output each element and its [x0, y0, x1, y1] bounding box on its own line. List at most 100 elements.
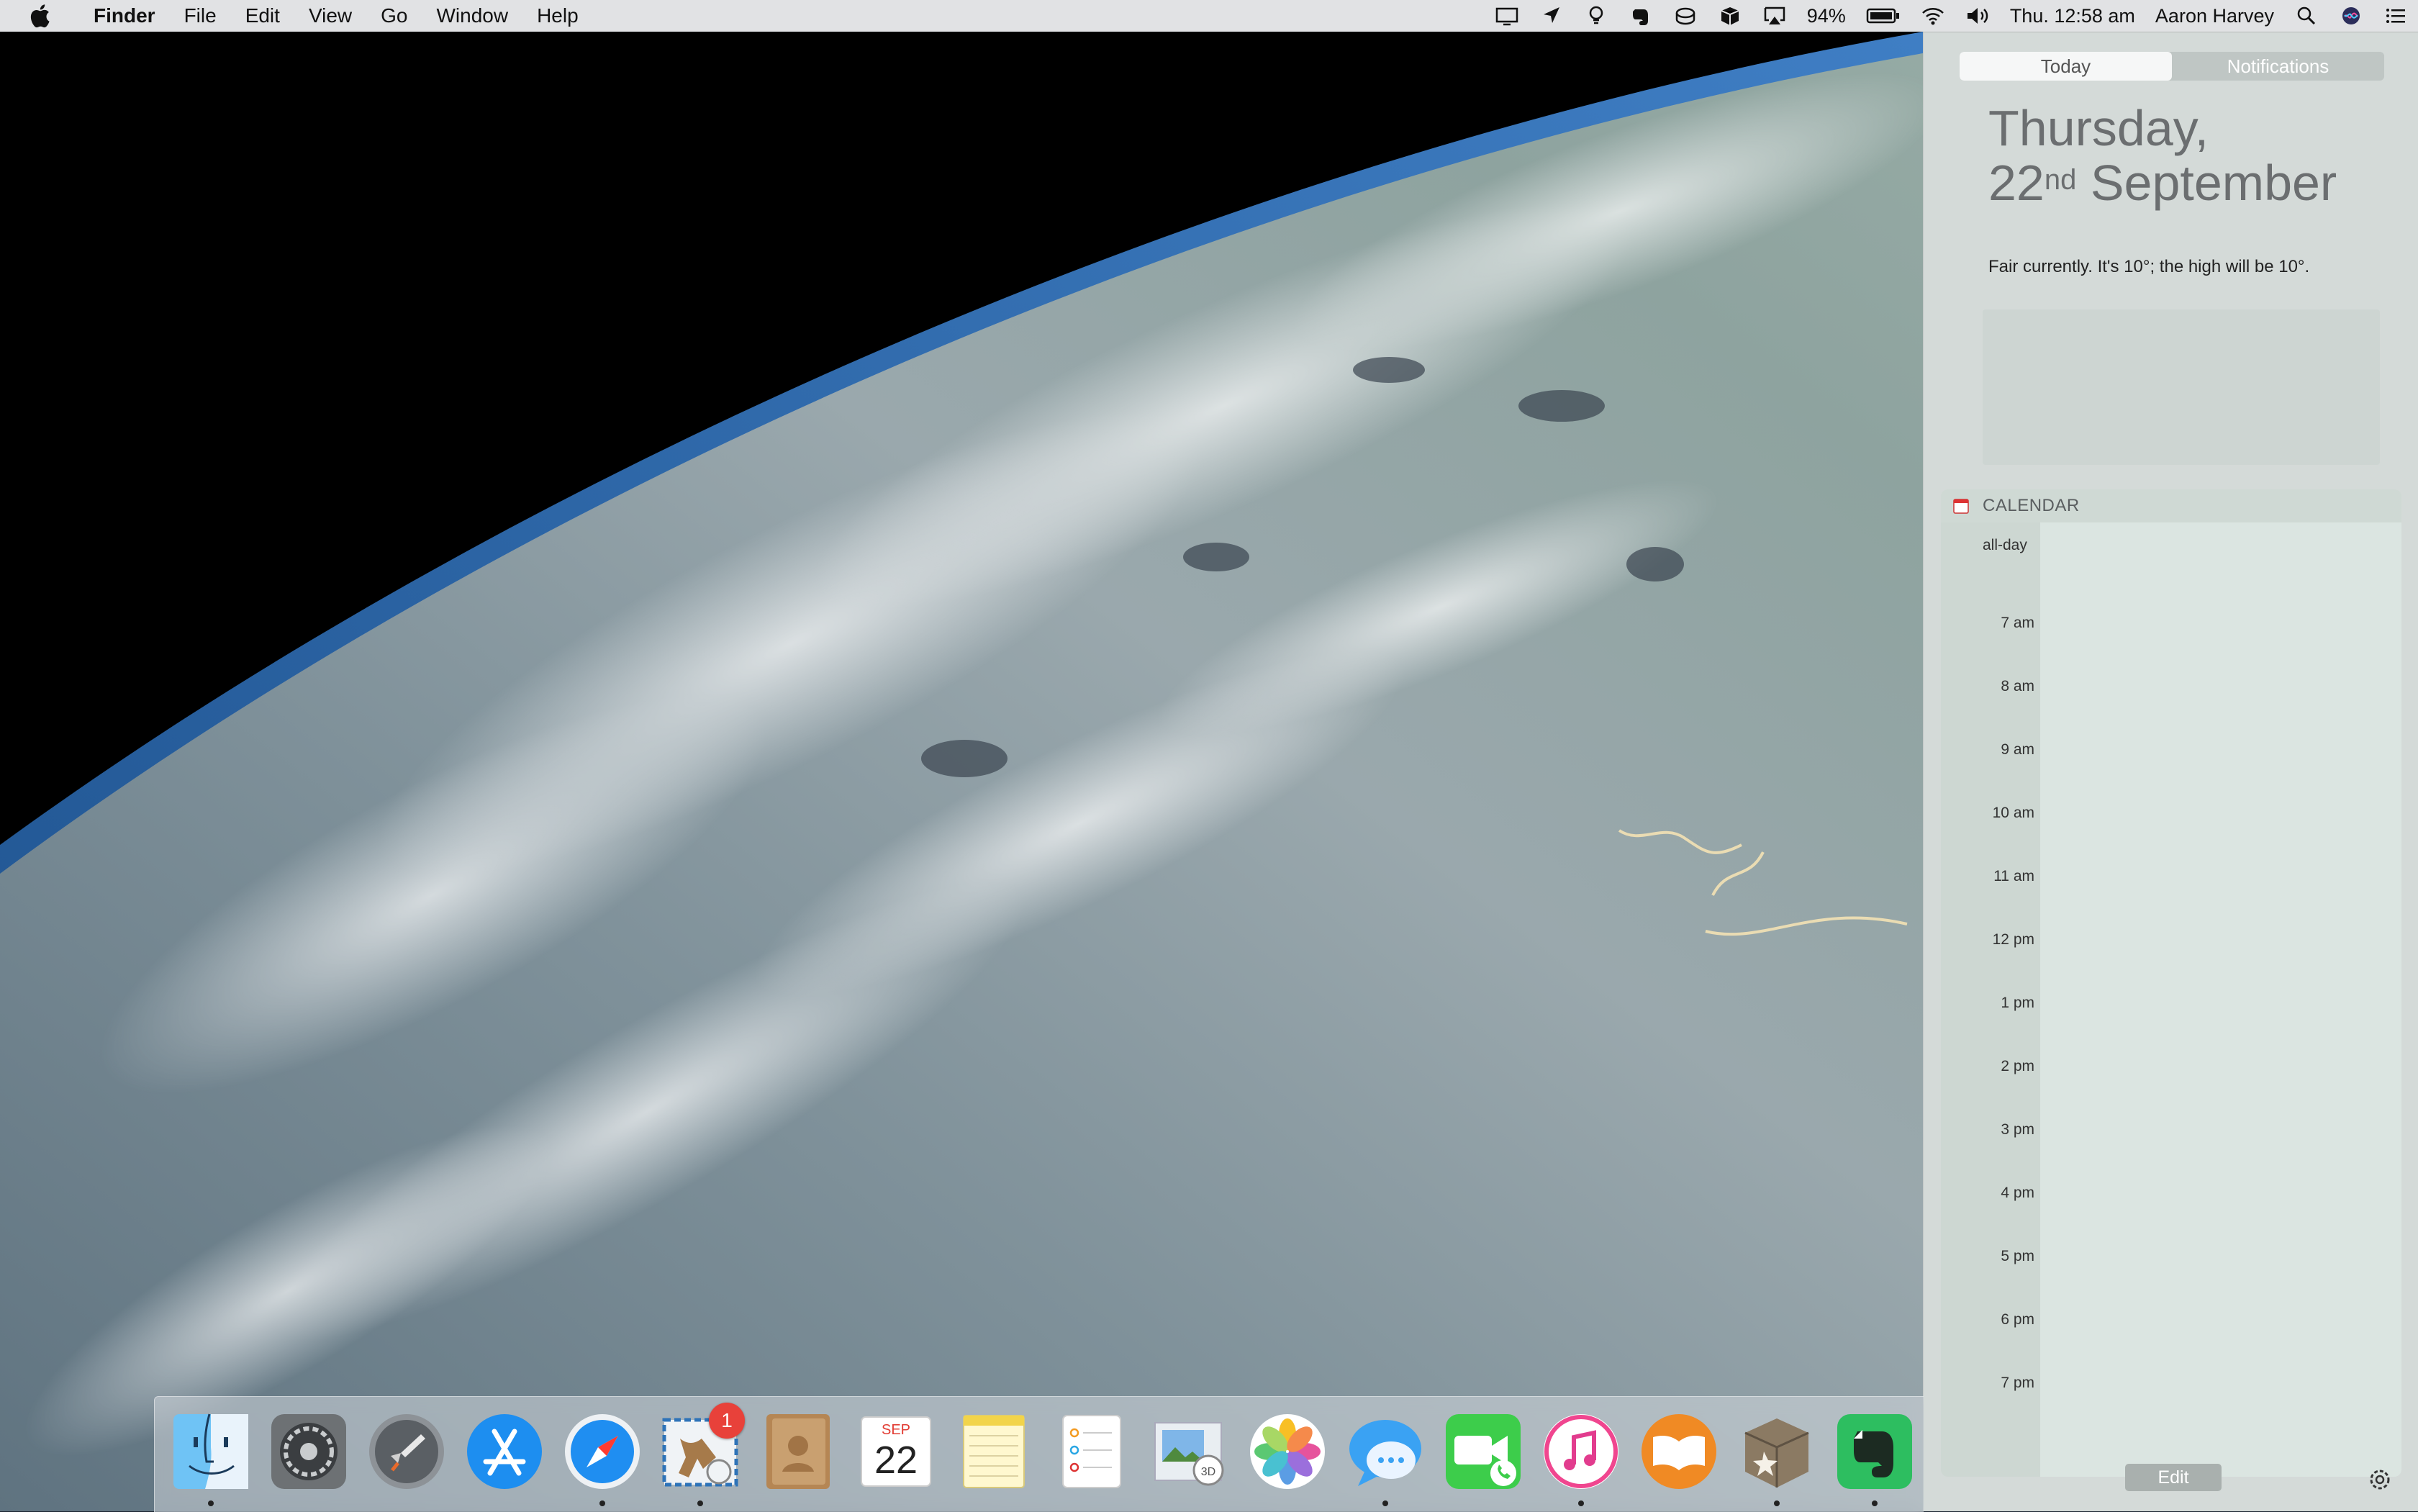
- dock-itunes[interactable]: [1539, 1410, 1623, 1493]
- photos-icon: [1250, 1414, 1325, 1489]
- svg-text:3D: 3D: [1201, 1466, 1215, 1478]
- hour-label: 2 pm: [2001, 1058, 2034, 1074]
- earth-horizon-image: [0, 32, 1923, 1511]
- location-arrow-icon: [1543, 7, 1559, 23]
- bulb-status[interactable]: [1574, 0, 1618, 32]
- spotlight-status[interactable]: [2284, 0, 2329, 32]
- date-month: September: [2076, 155, 2337, 211]
- drive-icon: [1675, 7, 1695, 25]
- dock-system-preferences[interactable]: [267, 1410, 350, 1493]
- facetime-icon: [1446, 1414, 1521, 1489]
- airplay-status[interactable]: [1752, 0, 1797, 32]
- dock-finder[interactable]: [169, 1410, 253, 1493]
- dock-archive-utility[interactable]: [1735, 1410, 1819, 1493]
- dock-notes[interactable]: [952, 1410, 1036, 1493]
- search-icon: [2297, 6, 2316, 25]
- dock-ibooks[interactable]: [1637, 1410, 1721, 1493]
- menu-window[interactable]: Window: [422, 0, 522, 32]
- dock-evernote[interactable]: [1833, 1410, 1916, 1493]
- archive-icon: [1744, 1418, 1809, 1488]
- desktop-wallpaper: [0, 32, 1923, 1511]
- all-day-label: all-day: [1983, 537, 2027, 553]
- running-indicator: [1872, 1500, 1878, 1506]
- calendar-title: CALENDAR: [1983, 496, 2080, 515]
- hour-label: 1 pm: [2001, 995, 2034, 1011]
- dock-messages[interactable]: [1344, 1410, 1427, 1493]
- today-date: Thursday, 22nd September: [1988, 101, 2337, 210]
- weather-widget-placeholder: [1983, 309, 2380, 465]
- calendar-widget: CALENDAR all-day 7 am 8 am 9 am 10 am 11…: [1941, 489, 2401, 1477]
- box-status[interactable]: [1708, 0, 1752, 32]
- dock-calendar[interactable]: SEP 22: [854, 1410, 938, 1493]
- location-status[interactable]: [1529, 0, 1574, 32]
- hour-label: 5 pm: [2001, 1248, 2034, 1264]
- notification-center-panel: Today Notifications Thursday, 22nd Septe…: [1923, 32, 2418, 1511]
- notification-center-tabs: Today Notifications: [1960, 52, 2384, 81]
- calendar-events-area[interactable]: [2040, 522, 2401, 1477]
- hour-label: 4 pm: [2001, 1185, 2034, 1201]
- date-day-month: 22nd September: [1988, 155, 2337, 210]
- menu-finder[interactable]: Finder: [79, 0, 170, 32]
- siri-status[interactable]: [2329, 0, 2373, 32]
- dock-facetime[interactable]: [1441, 1410, 1525, 1493]
- calendar-day: 22: [874, 1439, 918, 1482]
- hour-label: 3 pm: [2001, 1121, 2034, 1138]
- gear-icon[interactable]: [2365, 1465, 2394, 1494]
- notification-center-toggle[interactable]: [2373, 0, 2418, 32]
- box-icon: [1721, 7, 1739, 25]
- calendar-widget-header[interactable]: CALENDAR: [1941, 489, 2401, 522]
- wifi-icon: [1921, 8, 1944, 25]
- dock-contacts[interactable]: [756, 1410, 840, 1493]
- status-area: 94% Thu. 12:58 am Aaron Harvey: [1485, 0, 2418, 32]
- battery-status[interactable]: [1856, 0, 1911, 32]
- weather-summary: Fair currently. It's 10°; the high will …: [1950, 255, 2309, 279]
- evernote-app-icon: [1837, 1414, 1912, 1489]
- date-weekday: Thursday,: [1988, 100, 2209, 156]
- date-day: 22: [1988, 155, 2045, 211]
- date-suffix: nd: [2044, 164, 2077, 196]
- menu-edit[interactable]: Edit: [231, 0, 294, 32]
- contacts-icon: [766, 1414, 830, 1489]
- reminders-icon: [1062, 1415, 1121, 1488]
- hour-label: 7 am: [2001, 615, 2034, 631]
- battery-percentage[interactable]: 94%: [1797, 0, 1856, 32]
- tab-today[interactable]: Today: [1960, 52, 2172, 81]
- evernote-status[interactable]: [1618, 0, 1663, 32]
- dock-preview[interactable]: 3D: [1148, 1410, 1231, 1493]
- dock-safari[interactable]: [561, 1410, 644, 1493]
- hour-label: 12 pm: [1992, 931, 2034, 948]
- dock-launchpad[interactable]: [365, 1410, 448, 1493]
- menu-file[interactable]: File: [170, 0, 231, 32]
- menu-help[interactable]: Help: [522, 0, 593, 32]
- apple-icon: [30, 4, 50, 28]
- airplay-display-status[interactable]: [1485, 0, 1529, 32]
- running-indicator: [1774, 1500, 1780, 1506]
- finder-icon: [173, 1413, 248, 1489]
- running-indicator: [599, 1500, 605, 1506]
- notification-list-icon: [2386, 9, 2405, 23]
- apple-menu[interactable]: [0, 4, 79, 28]
- hour-label: 6 pm: [2001, 1311, 2034, 1328]
- menubar-user[interactable]: Aaron Harvey: [2145, 0, 2284, 32]
- itunes-icon: [1544, 1414, 1618, 1489]
- safari-icon: [565, 1414, 640, 1489]
- tab-notifications[interactable]: Notifications: [2172, 52, 2384, 81]
- messages-icon: [1349, 1420, 1421, 1486]
- wifi-status[interactable]: [1911, 0, 1955, 32]
- weather-text: Fair currently. It's 10°; the high will …: [1988, 257, 2310, 276]
- airplay-icon: [1764, 6, 1785, 24]
- menu-go[interactable]: Go: [366, 0, 422, 32]
- bulb-icon: [1589, 6, 1603, 24]
- hour-label: 9 am: [2001, 741, 2034, 758]
- dock-mail[interactable]: 1: [658, 1403, 745, 1493]
- menu-bar: Finder File Edit View Go Window Help 94%: [0, 0, 2418, 32]
- dock-reminders[interactable]: [1050, 1410, 1133, 1493]
- dock-photos[interactable]: [1246, 1410, 1329, 1493]
- drive-status[interactable]: [1663, 0, 1708, 32]
- edit-widgets-button[interactable]: Edit: [2125, 1464, 2222, 1491]
- menubar-clock[interactable]: Thu. 12:58 am: [2000, 0, 2145, 32]
- menu-view[interactable]: View: [294, 0, 366, 32]
- volume-status[interactable]: [1955, 0, 2000, 32]
- siri-icon: [2342, 7, 2360, 24]
- dock-app-store[interactable]: [463, 1410, 546, 1493]
